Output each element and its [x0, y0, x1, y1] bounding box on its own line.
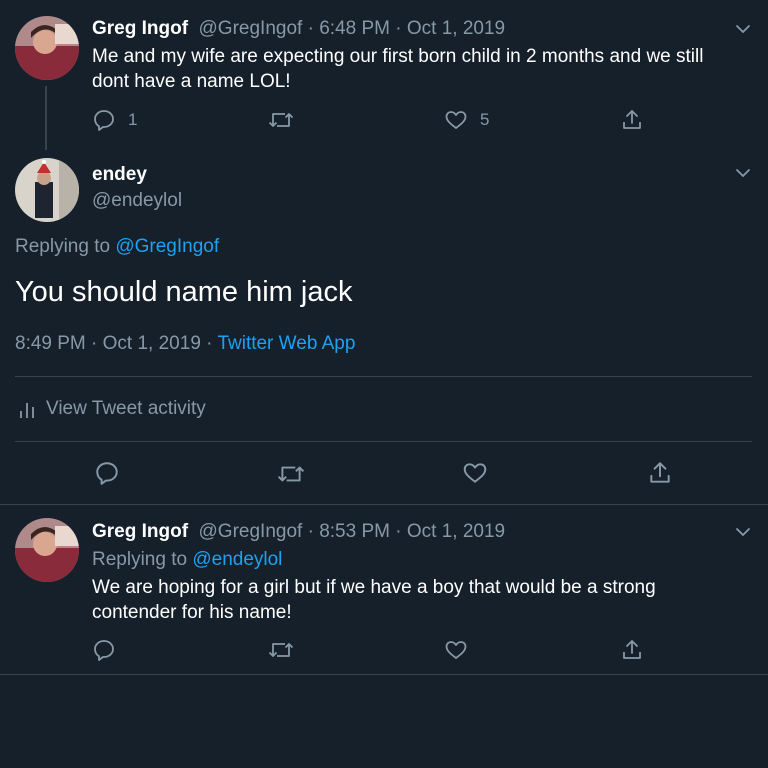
reply-button[interactable]: 1	[92, 108, 137, 132]
view-tweet-activity-label: View Tweet activity	[46, 398, 206, 419]
chevron-down-icon[interactable]	[734, 20, 752, 38]
like-button[interactable]: 5	[444, 108, 489, 132]
like-button[interactable]	[462, 460, 488, 486]
tweet-text-line: Me and my wife are expecting our first b…	[92, 46, 704, 67]
retweet-icon	[268, 113, 294, 127]
avatar-endey[interactable]	[15, 158, 79, 222]
divider	[0, 504, 768, 505]
heart-icon	[463, 463, 487, 483]
chevron-down-icon[interactable]	[734, 164, 752, 182]
separator: ·	[200, 333, 218, 354]
replying-to-link[interactable]: @GregIngof	[115, 236, 219, 257]
retweet-button[interactable]	[268, 108, 294, 132]
share-icon	[623, 640, 641, 659]
share-button[interactable]	[647, 460, 673, 486]
heart-icon	[445, 641, 467, 659]
reply-button[interactable]	[94, 460, 120, 486]
tweet-source-link[interactable]: Twitter Web App	[217, 333, 355, 354]
avatar-greg-ingof[interactable]	[15, 16, 79, 80]
divider	[15, 376, 752, 377]
analytics-icon	[20, 403, 34, 418]
reply-icon	[94, 110, 114, 131]
retweet-button[interactable]	[277, 461, 305, 487]
chevron-down-icon[interactable]	[734, 523, 752, 541]
reply-icon	[96, 462, 118, 485]
avatar-greg-ingof[interactable]	[15, 518, 79, 582]
tweet-time[interactable]: 8:53 PM	[319, 521, 390, 542]
tweet-date[interactable]: Oct 1, 2019	[407, 18, 505, 39]
share-icon	[650, 462, 670, 483]
replying-to-link[interactable]: @endeylol	[192, 549, 282, 570]
like-count: 5	[480, 110, 490, 129]
author-handle[interactable]: @GregIngof	[199, 18, 303, 39]
author-name[interactable]: endey	[92, 164, 182, 186]
author-name[interactable]: Greg Ingof	[92, 521, 188, 542]
heart-icon	[445, 111, 467, 129]
tweet-text-line: dont have a name LOL!	[92, 71, 291, 92]
tweet-date[interactable]: Oct 1, 2019	[407, 521, 505, 542]
separator: ·	[389, 521, 407, 542]
reply-count: 1	[128, 110, 138, 129]
retweet-icon	[268, 643, 294, 657]
replying-to-prefix: Replying to	[92, 549, 193, 570]
author-name[interactable]: Greg Ingof	[92, 18, 188, 39]
tweet1-text: Me and my wife are expecting our first b…	[92, 44, 752, 94]
reply-button[interactable]	[92, 638, 116, 662]
tweet1-header: Greg Ingof @GregIngof · 6:48 PM · Oct 1,…	[92, 18, 505, 40]
share-button[interactable]	[620, 638, 644, 662]
author-handle[interactable]: @endeylol	[92, 190, 182, 212]
separator: ·	[302, 521, 320, 542]
thread-connector-line	[45, 86, 47, 150]
retweet-icon	[277, 466, 305, 482]
reply-icon	[94, 640, 114, 661]
view-tweet-activity-link[interactable]: View Tweet activity	[18, 398, 206, 420]
tweet-time[interactable]: 6:48 PM	[319, 18, 390, 39]
retweet-button[interactable]	[268, 638, 294, 662]
replying-to: Replying to @endeylol	[92, 549, 282, 571]
main-tweet-meta: 8:49 PM · Oct 1, 2019 · Twitter Web App	[15, 333, 355, 355]
tweet-time[interactable]: 8:49 PM	[15, 333, 86, 354]
replying-to-prefix: Replying to	[15, 236, 116, 257]
divider	[0, 674, 768, 675]
tweet3-header: Greg Ingof @GregIngof · 8:53 PM · Oct 1,…	[92, 521, 505, 543]
main-tweet-author: endey @endeylol	[92, 164, 182, 212]
divider	[15, 441, 752, 442]
tweet-text-line: contender for his name!	[92, 602, 292, 623]
separator: ·	[389, 18, 407, 39]
main-tweet-text: You should name him jack	[15, 276, 353, 308]
share-icon	[623, 110, 641, 129]
separator: ·	[85, 333, 103, 354]
like-button[interactable]	[444, 638, 468, 662]
tweet3-text: We are hoping for a girl but if we have …	[92, 575, 752, 625]
separator: ·	[302, 18, 320, 39]
share-button[interactable]	[620, 108, 644, 132]
tweet-text-line: We are hoping for a girl but if we have …	[92, 577, 656, 598]
replying-to: Replying to @GregIngof	[15, 236, 219, 258]
author-handle[interactable]: @GregIngof	[199, 521, 303, 542]
tweet-date[interactable]: Oct 1, 2019	[103, 333, 201, 354]
